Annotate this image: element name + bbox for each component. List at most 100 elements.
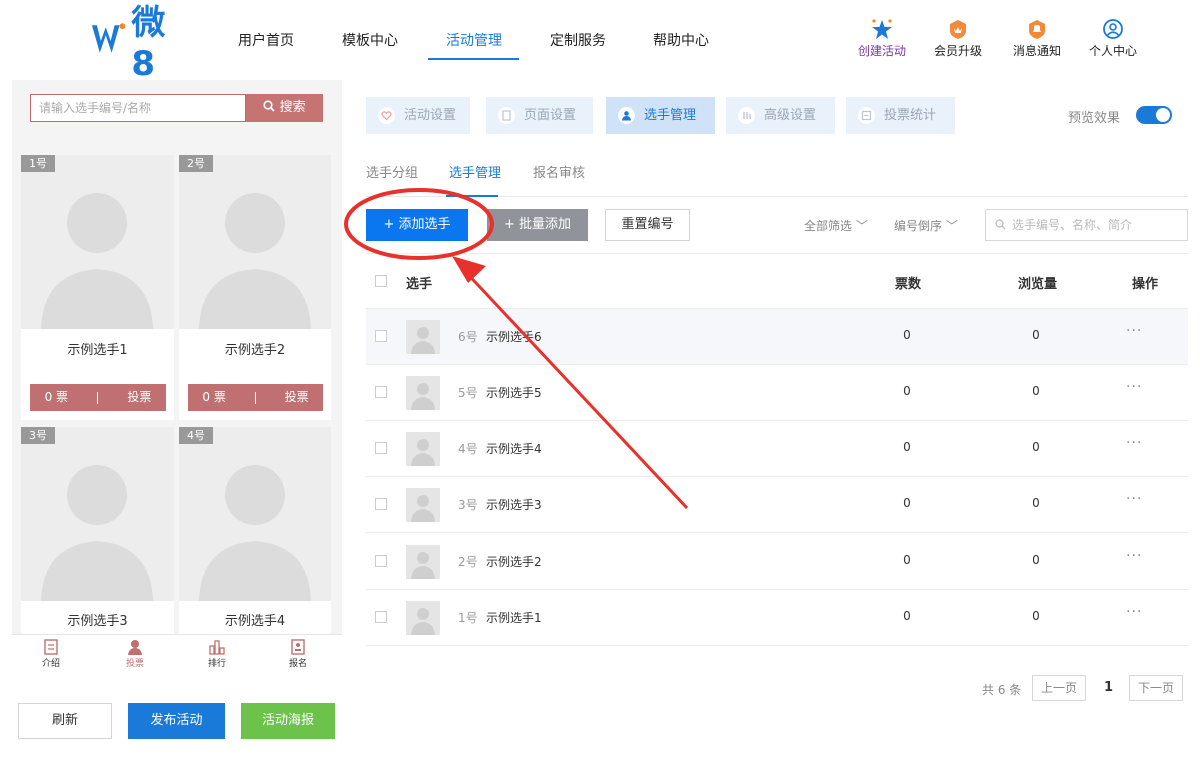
player-avatar	[406, 601, 440, 635]
player-number-badge: 3号	[21, 427, 55, 444]
avatar-placeholder-icon	[41, 193, 153, 329]
pager-prev-button[interactable]: 上一页	[1032, 675, 1087, 701]
step-icon-wrap	[618, 107, 635, 124]
step-icon-wrap	[498, 107, 515, 124]
row-more-icon[interactable]: ···	[1126, 491, 1142, 507]
reset-numbering-button[interactable]: 重置编号	[605, 209, 690, 241]
stats-icon	[861, 110, 872, 121]
nav-home[interactable]: 用户首页	[238, 30, 294, 50]
step-label: 投票统计	[884, 108, 937, 123]
preview-toggle-switch[interactable]	[1136, 106, 1172, 124]
preview-search-button[interactable]: 搜索	[246, 94, 323, 122]
avatar-placeholder-icon	[411, 327, 435, 354]
row-votes: 0	[903, 553, 911, 567]
table-row[interactable]: 1号 示例选手1 0 0 ···	[366, 590, 1188, 646]
step-label: 高级设置	[764, 108, 817, 123]
player-number-badge: 2号	[179, 155, 213, 172]
avatar-placeholder-icon	[199, 193, 311, 329]
table-row[interactable]: 2号 示例选手2 0 0 ···	[366, 534, 1188, 590]
vote-bar[interactable]: 0 票 投票	[30, 384, 166, 411]
table-row[interactable]: 5号 示例选手5 0 0 ···	[366, 365, 1188, 421]
table-row[interactable]: 4号 示例选手4 0 0 ···	[366, 421, 1188, 477]
row-views: 0	[1032, 609, 1040, 623]
row-checkbox[interactable]	[375, 611, 387, 623]
player-avatar	[406, 488, 440, 522]
subtab-player-groups[interactable]: 选手分组	[366, 162, 418, 181]
tab-ranking[interactable]: 排行	[187, 639, 247, 669]
nav-templates[interactable]: 模板中心	[342, 30, 398, 50]
table-row[interactable]: 6号 示例选手6 0 0 ···	[366, 309, 1188, 365]
row-more-icon[interactable]: ···	[1126, 548, 1142, 564]
step-label: 页面设置	[524, 108, 577, 123]
vote-user-icon	[128, 640, 142, 655]
batch-add-button[interactable]: + 批量添加	[487, 209, 588, 241]
profile-button[interactable]: 个人中心	[1078, 18, 1148, 59]
intro-icon	[44, 639, 58, 655]
row-views: 0	[1032, 496, 1040, 510]
avatar-placeholder-icon	[411, 439, 435, 466]
preview-search-input[interactable]: 请输入选手编号/名称	[30, 94, 246, 122]
row-more-icon[interactable]: ···	[1126, 435, 1142, 451]
filter-all-dropdown[interactable]: 全部筛选 ﹀	[804, 217, 868, 234]
vote-separator	[97, 391, 99, 404]
row-more-icon[interactable]: ···	[1126, 604, 1142, 620]
step-player-management[interactable]: 选手管理	[606, 97, 715, 134]
nav-help-center[interactable]: 帮助中心	[653, 30, 709, 50]
step-page-settings[interactable]: 页面设置	[486, 97, 593, 134]
sort-order-dropdown[interactable]: 编号倒序 ﹀	[894, 217, 958, 234]
row-checkbox[interactable]	[375, 498, 387, 510]
vote-bar[interactable]: 0 票 投票	[188, 384, 323, 411]
search-icon	[995, 219, 1006, 230]
row-checkbox[interactable]	[375, 386, 387, 398]
pager-current-page[interactable]: 1	[1104, 680, 1113, 695]
add-player-button[interactable]: + 添加选手	[366, 209, 468, 241]
subtab-signup-review[interactable]: 报名审核	[533, 162, 585, 181]
table-row[interactable]: 3号 示例选手3 0 0 ···	[366, 477, 1188, 533]
avatar-placeholder-icon	[411, 383, 435, 410]
publish-activity-button[interactable]: 发布活动	[128, 703, 225, 739]
subtab-player-management[interactable]: 选手管理	[449, 162, 501, 181]
activity-poster-button[interactable]: 活动海报	[241, 703, 335, 739]
step-icon-wrap	[378, 107, 395, 124]
pager-next-button[interactable]: 下一页	[1129, 675, 1184, 701]
player-card-1[interactable]: 1号 示例选手1 0 票 投票	[21, 155, 174, 420]
step-activity-settings[interactable]: 活动设置	[366, 97, 470, 134]
row-number: 5号	[458, 386, 478, 400]
step-advanced-settings[interactable]: 高级设置	[726, 97, 835, 134]
ranking-icon	[209, 640, 225, 655]
player-card-2[interactable]: 2号 示例选手2 0 票 投票	[179, 155, 331, 420]
notifications-button[interactable]: 消息通知	[1002, 18, 1072, 59]
row-checkbox[interactable]	[375, 555, 387, 567]
create-activity-button[interactable]: 创建活动	[847, 18, 917, 59]
vote-button[interactable]: 投票	[285, 384, 309, 411]
row-more-icon[interactable]: ···	[1126, 379, 1142, 395]
player-name: 示例选手4	[224, 614, 286, 629]
tab-vote[interactable]: 投票	[105, 639, 165, 669]
member-upgrade-button[interactable]: 会员升级	[923, 18, 993, 59]
table-header-row: 选手 票数 浏览量 操作	[366, 253, 1188, 309]
player-photo: 3号	[21, 427, 174, 601]
brand-logo[interactable]: 微8	[90, 3, 190, 84]
preview-toggle-label: 预览效果	[1068, 111, 1121, 126]
step-vote-statistics[interactable]: 投票统计	[846, 97, 955, 134]
step-icon-wrap	[858, 107, 875, 124]
row-checkbox[interactable]	[375, 442, 387, 454]
vote-button[interactable]: 投票	[127, 384, 151, 411]
step-icon-wrap	[738, 107, 755, 124]
select-all-checkbox[interactable]	[375, 275, 387, 287]
avatar-placeholder-icon	[411, 608, 435, 635]
nav-activity-management[interactable]: 活动管理	[446, 30, 502, 50]
row-more-icon[interactable]: ···	[1126, 323, 1142, 339]
player-number-badge: 4号	[179, 427, 213, 444]
col-views: 浏览量	[1018, 277, 1058, 292]
player-photo: 2号	[179, 155, 331, 329]
nav-custom-service[interactable]: 定制服务	[550, 30, 606, 50]
user-icon	[622, 111, 631, 121]
tab-signup[interactable]: 报名	[268, 639, 328, 669]
row-checkbox[interactable]	[375, 330, 387, 342]
player-card-3[interactable]: 3号 示例选手3	[21, 427, 174, 634]
player-search-input[interactable]: 选手编号、名称、简介	[985, 209, 1188, 241]
player-card-4[interactable]: 4号 示例选手4	[179, 427, 331, 634]
refresh-button[interactable]: 刷新	[18, 703, 112, 739]
tab-intro[interactable]: 介绍	[21, 639, 81, 669]
